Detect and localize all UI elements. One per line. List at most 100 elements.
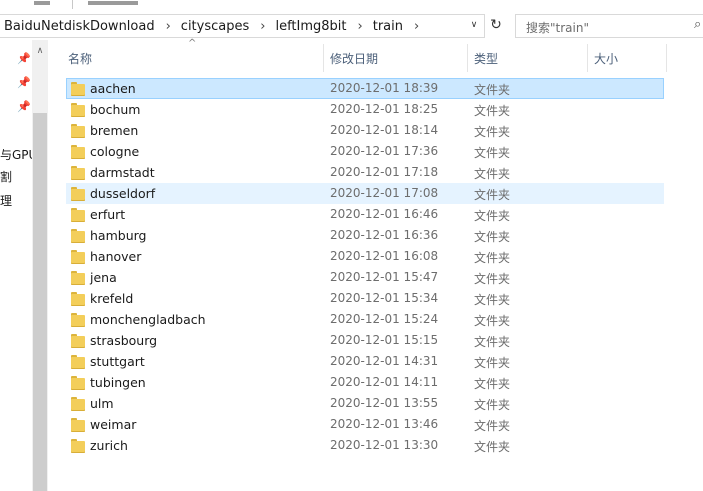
file-name: weimar [90,417,137,432]
table-row[interactable]: cologne 2020-12-01 17:36 文件夹 [66,141,664,162]
file-name: tubingen [90,375,146,390]
file-type: 文件夹 [474,209,511,223]
address-dropdown-button[interactable]: ∨ [466,14,482,36]
table-row[interactable]: hamburg 2020-12-01 16:36 文件夹 [66,225,664,246]
folder-icon [71,313,85,327]
column-header-size[interactable]: 大小 [594,44,618,72]
folder-icon [71,397,85,411]
ribbon-remnant [0,0,703,10]
breadcrumb: BaiduNetdiskDownload › cityscapes › leftImg8… [4,15,429,37]
file-date: 2020-12-01 15:34 [330,291,439,305]
table-row[interactable]: jena 2020-12-01 15:47 文件夹 [66,267,664,288]
column-divider[interactable] [323,44,324,72]
file-type: 文件夹 [474,83,511,97]
search-input[interactable]: 搜索"train" ⌕ [515,14,703,38]
pin-icon: 📌 [17,100,31,113]
table-row[interactable]: monchengladbach 2020-12-01 15:24 文件夹 [66,309,664,330]
column-header-label: 修改日期 [330,51,379,66]
folder-icon [71,145,85,159]
sort-ascending-icon: ^ [188,38,197,49]
file-date: 2020-12-01 17:08 [330,186,439,200]
table-row[interactable]: tubingen 2020-12-01 14:11 文件夹 [66,372,664,393]
folder-icon [71,124,85,138]
refresh-icon: ↻ [490,17,502,33]
breadcrumb-item[interactable]: leftImg8bit [275,19,346,34]
breadcrumb-separator-icon[interactable]: › [260,19,265,34]
file-type: 文件夹 [474,104,511,118]
column-header-label: 大小 [594,51,619,66]
file-date: 2020-12-01 18:25 [330,102,439,116]
search-icon[interactable]: ⌕ [694,17,701,32]
column-header-date[interactable]: 修改日期 [330,44,378,72]
folder-icon [71,271,85,285]
breadcrumb-item[interactable]: train [373,19,403,34]
file-date: 2020-12-01 13:55 [330,396,439,410]
folder-icon [71,292,85,306]
file-type: 文件夹 [474,167,511,181]
table-row[interactable]: strasbourg 2020-12-01 15:15 文件夹 [66,330,664,351]
file-type: 文件夹 [474,335,511,349]
table-row[interactable]: erfurt 2020-12-01 16:46 文件夹 [66,204,664,225]
file-date: 2020-12-01 15:47 [330,270,439,284]
table-row[interactable]: hanover 2020-12-01 16:08 文件夹 [66,246,664,267]
address-bar[interactable]: BaiduNetdiskDownload › cityscapes › leftImg8… [0,14,485,38]
nav-item-label[interactable]: 理 [0,192,12,209]
file-type: 文件夹 [474,125,511,139]
file-type: 文件夹 [474,377,511,391]
file-name: erfurt [90,207,126,222]
scrollbar-thumb[interactable] [33,113,47,491]
file-date: 2020-12-01 16:08 [330,249,439,263]
file-name: jena [90,270,117,285]
file-date: 2020-12-01 18:14 [330,123,439,137]
refresh-button[interactable]: ↻ [486,14,506,36]
file-date: 2020-12-01 16:36 [330,228,439,242]
file-name: darmstadt [90,165,155,180]
breadcrumb-separator-icon[interactable]: › [358,19,363,34]
breadcrumb-item[interactable]: cityscapes [181,19,249,34]
column-header-label: 名称 [68,51,93,66]
table-row[interactable]: zurich 2020-12-01 13:30 文件夹 [66,435,664,456]
file-name: hamburg [90,228,147,243]
pin-icon: 📌 [17,52,31,65]
file-type: 文件夹 [474,230,511,244]
file-type: 文件夹 [474,251,511,265]
nav-scrollbar[interactable]: ∧ [32,40,48,491]
column-divider[interactable] [587,44,588,72]
file-date: 2020-12-01 13:46 [330,417,439,431]
file-date: 2020-12-01 15:24 [330,312,439,326]
table-row[interactable]: stuttgart 2020-12-01 14:31 文件夹 [66,351,664,372]
scroll-up-icon[interactable]: ∧ [32,46,48,60]
folder-icon [71,376,85,390]
file-type: 文件夹 [474,293,511,307]
breadcrumb-separator-icon[interactable]: › [166,19,171,34]
file-type: 文件夹 [474,188,511,202]
file-name: ulm [90,396,114,411]
table-row[interactable]: aachen 2020-12-01 18:39 文件夹 [66,78,664,99]
column-header-type[interactable]: 类型 [474,44,498,72]
file-name: cologne [90,144,140,159]
file-date: 2020-12-01 16:46 [330,207,439,221]
folder-icon [71,355,85,369]
table-row[interactable]: dusseldorf 2020-12-01 17:08 文件夹 [66,183,664,204]
column-header-label: 类型 [474,51,499,66]
column-divider[interactable] [467,44,468,72]
table-row[interactable]: weimar 2020-12-01 13:46 文件夹 [66,414,664,435]
column-divider[interactable] [666,44,667,72]
file-date: 2020-12-01 17:18 [330,165,439,179]
file-name: monchengladbach [90,312,206,327]
nav-item-label[interactable]: 割 [0,168,12,185]
table-row[interactable]: bochum 2020-12-01 18:25 文件夹 [66,99,664,120]
table-row[interactable]: darmstadt 2020-12-01 17:18 文件夹 [66,162,664,183]
file-name: bremen [90,123,139,138]
breadcrumb-separator-icon[interactable]: › [414,19,419,34]
column-header-name[interactable]: 名称 [68,44,92,72]
table-row[interactable]: ulm 2020-12-01 13:55 文件夹 [66,393,664,414]
table-row[interactable]: krefeld 2020-12-01 15:34 文件夹 [66,288,664,309]
file-name: dusseldorf [90,186,156,201]
file-name: hanover [90,249,142,264]
table-row[interactable]: bremen 2020-12-01 18:14 文件夹 [66,120,664,141]
breadcrumb-item[interactable]: BaiduNetdiskDownload [4,19,155,34]
file-date: 2020-12-01 15:15 [330,333,439,347]
file-type: 文件夹 [474,419,511,433]
folder-icon [71,82,85,96]
